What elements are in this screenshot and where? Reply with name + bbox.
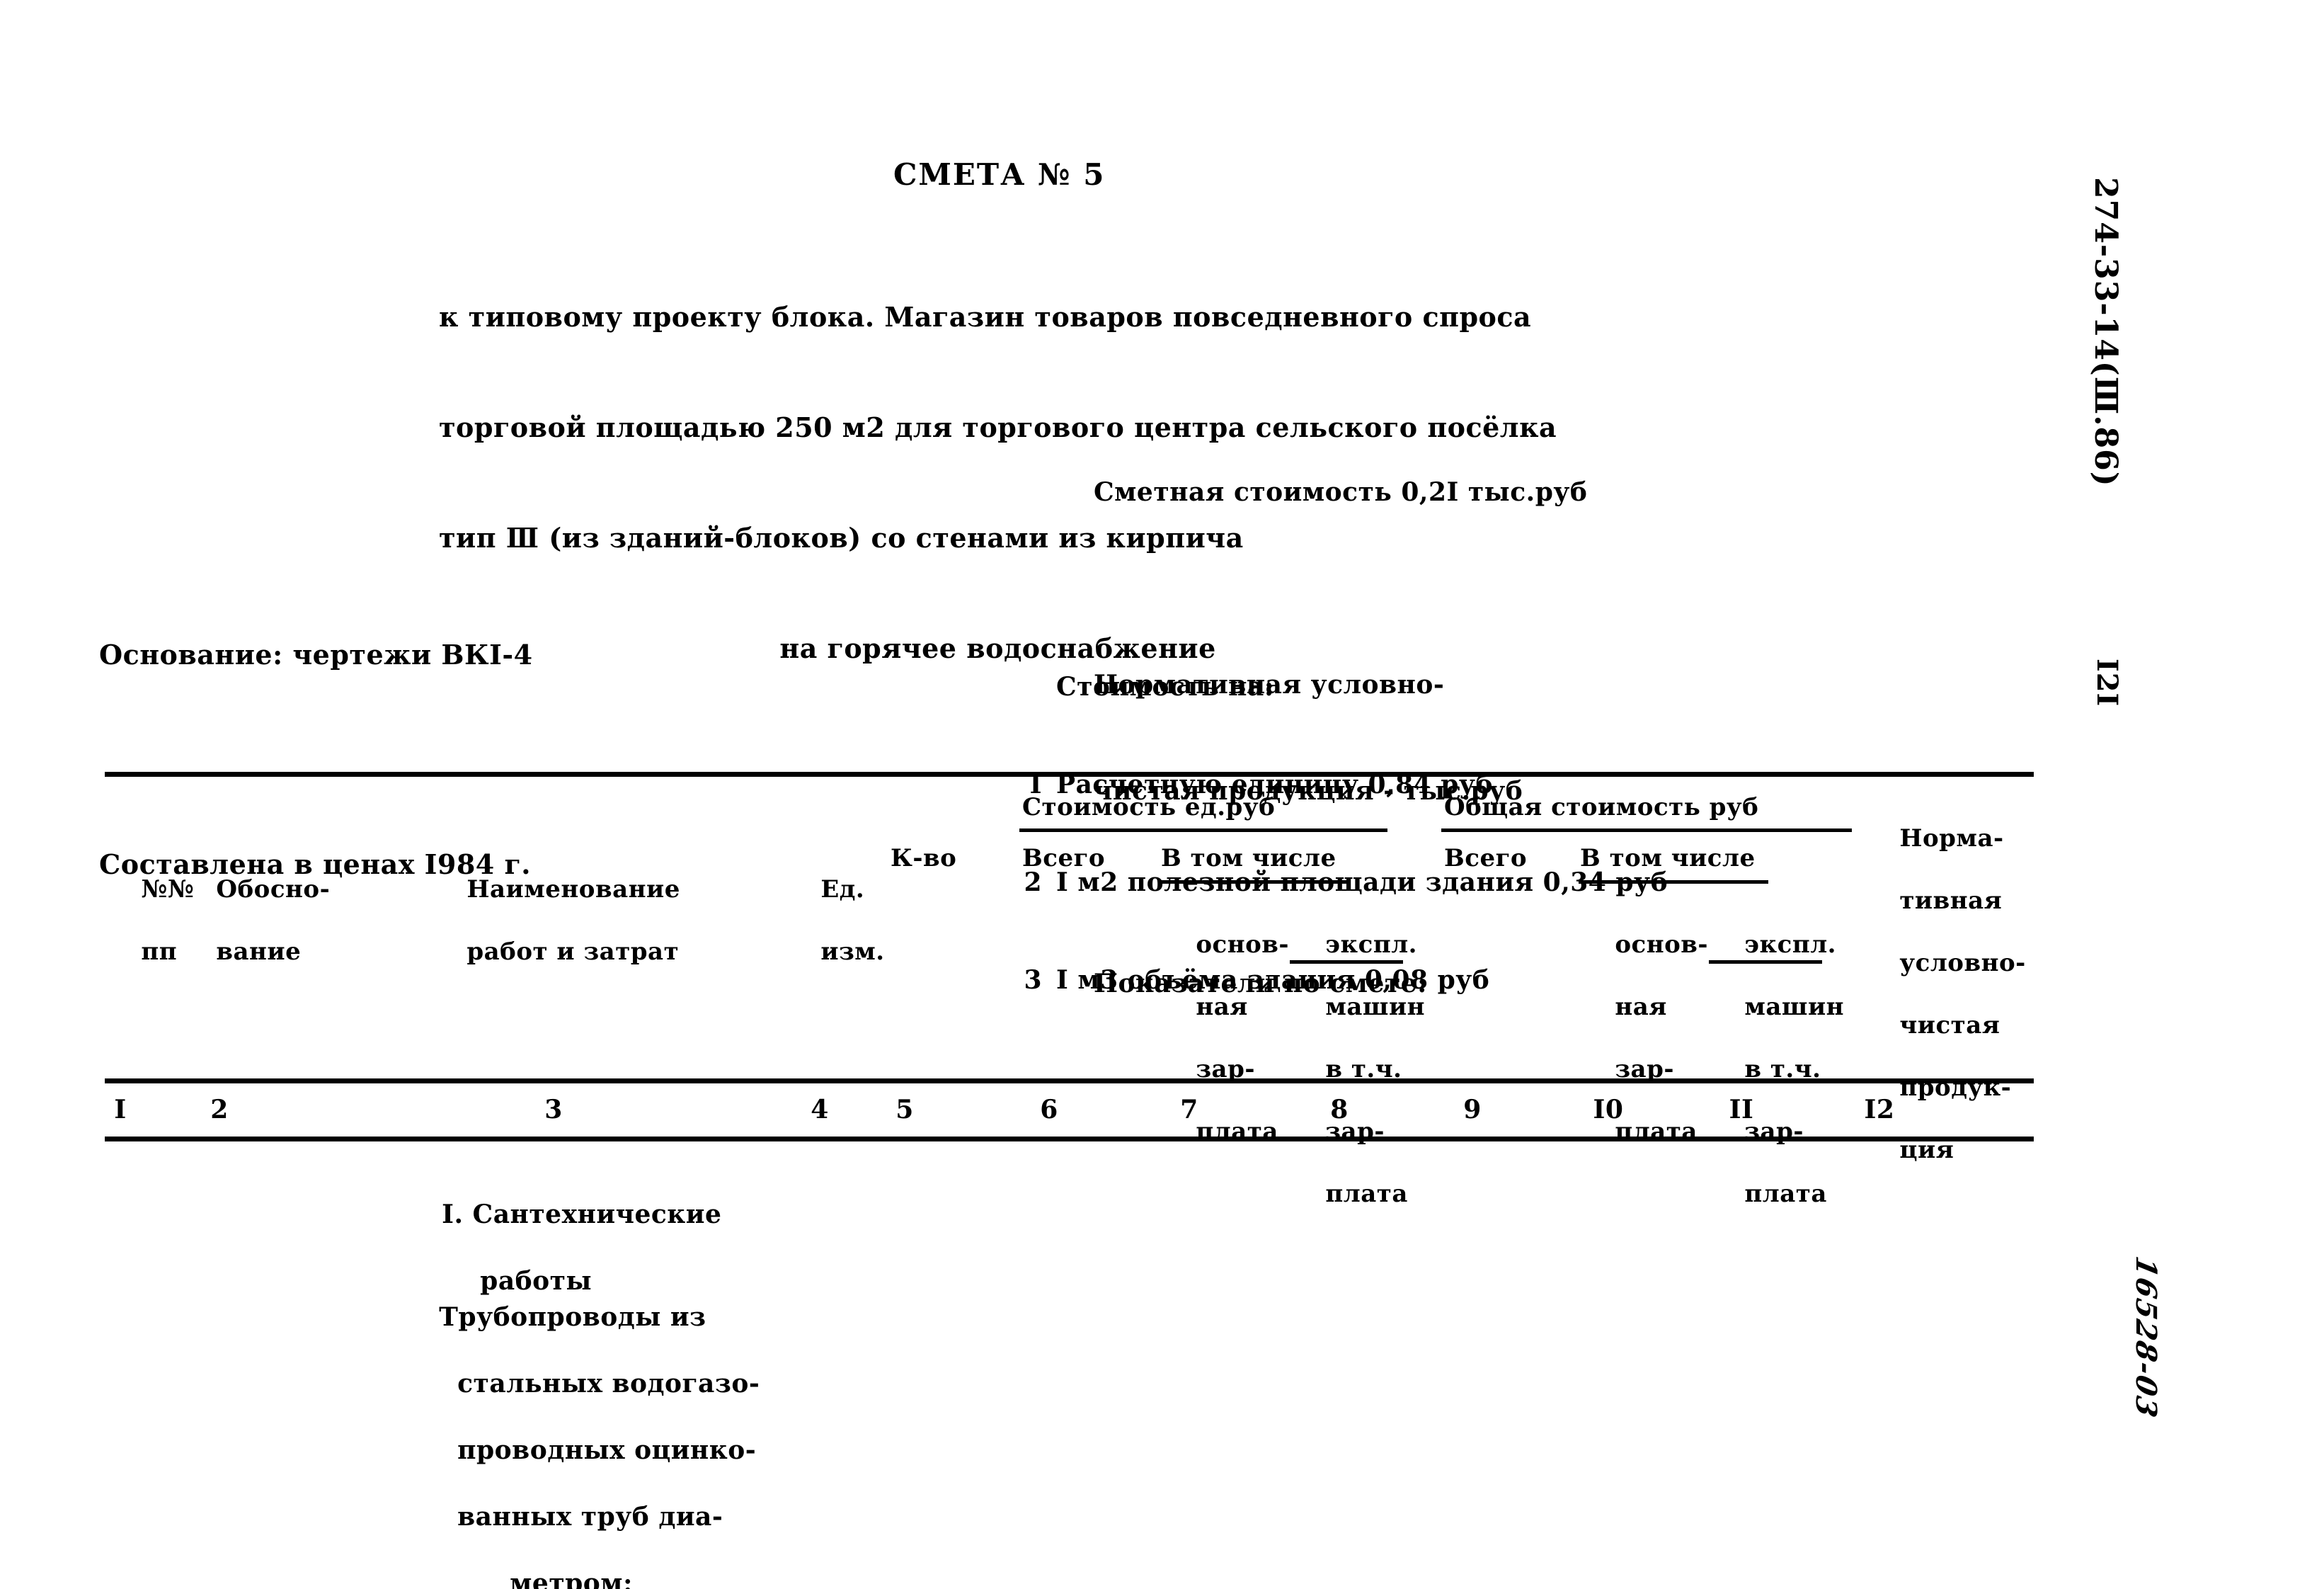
- table-row: Трубопроводы из стальных водогазо- прово…: [402, 1268, 760, 1589]
- header-unit-machines-underline: [1290, 960, 1403, 964]
- header-group-unit-cost-underline: [1019, 828, 1387, 832]
- item-line: метром:: [510, 1568, 633, 1589]
- column-number: 5: [895, 1095, 914, 1124]
- header-col-unit-incl-underline: [1160, 880, 1349, 884]
- header-group-total-cost-underline: [1441, 828, 1852, 832]
- header-col-gen-incl: В том числе: [1580, 844, 1756, 872]
- item-line: проводных оцинко-: [457, 1435, 757, 1465]
- document-page: СМЕТА № 5 к типовому проекту блока. Мага…: [0, 0, 2324, 1589]
- column-number: I0: [1593, 1095, 1624, 1124]
- section-title-line-1: I. Сантехнические: [442, 1200, 722, 1229]
- table-header-bottom-rule: [105, 1078, 2034, 1083]
- header-col-no-line-2: пп: [141, 938, 178, 966]
- header-group-total-cost: Общая стоимость руб: [1444, 793, 1759, 821]
- header-col-gen-sub-machines: экспл. машин в т.ч. зар- плата: [1744, 930, 1845, 1208]
- header-col-unit-line-2: изм.: [820, 938, 885, 966]
- indicator-text: I м2 полезной площади здания 0,34 руб: [1056, 867, 1668, 897]
- item-line: стальных водогазо-: [457, 1369, 760, 1399]
- indicator-number: 3: [1024, 965, 1042, 995]
- column-number: 6: [1040, 1095, 1058, 1124]
- table-body-top-rule: [105, 1137, 2034, 1141]
- header-col-unit-line-1: Ед.: [820, 875, 865, 904]
- header-col-name-line-1: Наименование: [466, 875, 680, 904]
- header-col-unit-total: Всего: [1022, 844, 1106, 872]
- margin-project-code: 274-33-14(Ⅲ.86): [2088, 177, 2124, 487]
- column-number: 4: [811, 1095, 829, 1124]
- basis-drawings: Основание: чертежи ВКI-4: [99, 639, 533, 671]
- column-number: 3: [544, 1095, 563, 1124]
- item-line: Трубопроводы из: [439, 1302, 706, 1332]
- header-group-unit-cost: Стоимость ед.руб: [1022, 793, 1276, 821]
- item-line: ванных труб диа-: [457, 1502, 723, 1532]
- column-number: 9: [1463, 1095, 1482, 1124]
- header-col-unit-sub-machines: экспл. машин в т.ч. зар- плата: [1325, 930, 1426, 1208]
- header-col-qty: К-во: [891, 844, 957, 872]
- cost-per-header: Стоимость на:: [1056, 672, 1274, 702]
- header-col-gen-incl-underline: [1579, 880, 1768, 884]
- header-col-unit-incl: В том числе: [1161, 844, 1336, 872]
- header-col-name-line-2: работ и затрат: [466, 938, 680, 966]
- estimate-cost: Сметная стоимость 0,2I тыс.руб: [1094, 477, 1588, 507]
- header-gen-machines-underline: [1709, 960, 1822, 964]
- header-col-name: Наименование работ и затрат: [432, 843, 680, 998]
- margin-page-number: I2I: [2090, 659, 2124, 707]
- header-col-basis: Обосно- вание: [181, 843, 330, 998]
- column-number: I: [114, 1095, 127, 1124]
- column-number: 7: [1180, 1095, 1198, 1124]
- header-col-unit: Ед. изм.: [786, 843, 885, 998]
- column-number: 8: [1330, 1095, 1349, 1124]
- header-col-basis-line-2: вание: [216, 938, 302, 966]
- table-top-rule: [105, 772, 2034, 777]
- header-col-gen-total: Всего: [1444, 844, 1528, 872]
- subtitle-line-1: к типовому проекту блока. Магазин товаро…: [439, 301, 1532, 333]
- column-number: I2: [1864, 1095, 1895, 1124]
- header-col-basis-line-1: Обосно-: [216, 875, 331, 904]
- column-number: II: [1729, 1095, 1754, 1124]
- page-title: СМЕТА № 5: [893, 157, 1106, 192]
- margin-archive-code: 16528-03: [2129, 1253, 2163, 1422]
- column-number: 2: [210, 1095, 229, 1124]
